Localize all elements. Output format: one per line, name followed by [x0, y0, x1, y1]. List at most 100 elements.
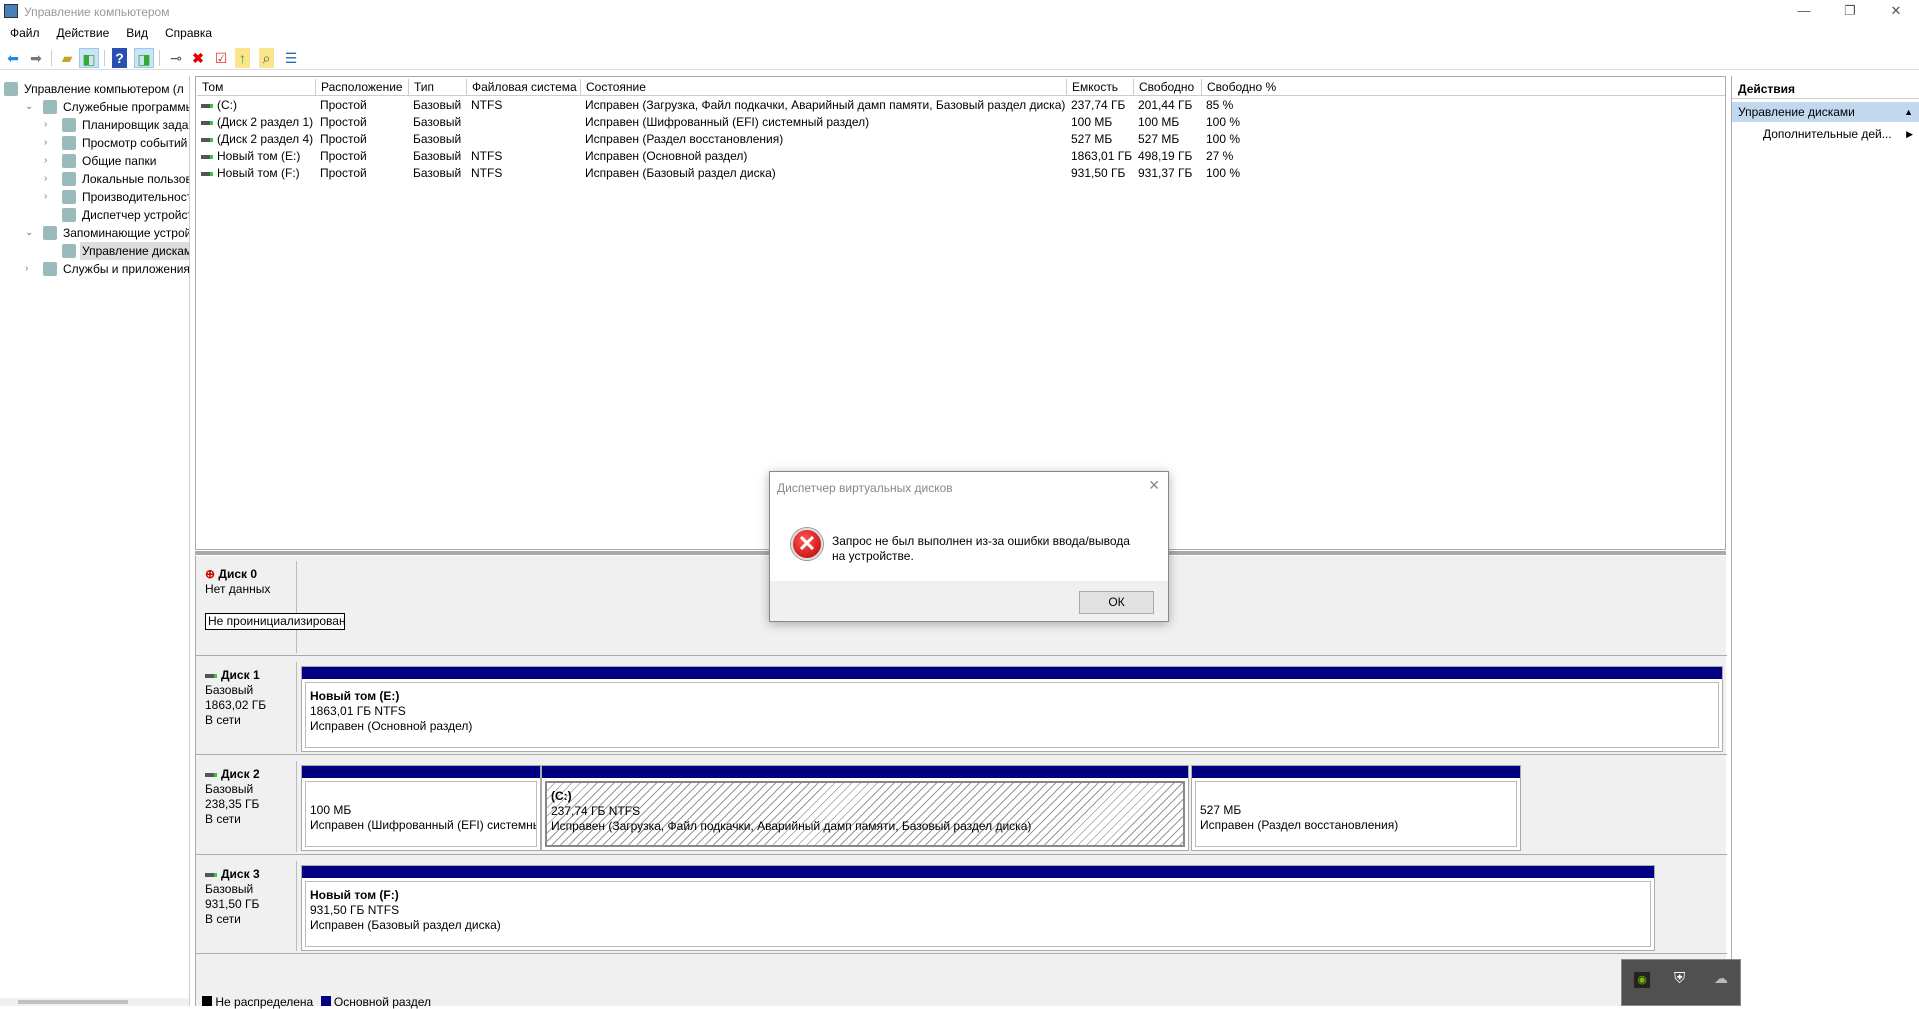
table-cell: 237,74 ГБ: [1071, 98, 1126, 112]
volume-name-cell[interactable]: (C:): [201, 97, 316, 114]
column-header[interactable]: Состояние: [581, 79, 1067, 96]
dialog-message: Запрос не был выполнен из-за ошибки ввод…: [832, 534, 1130, 563]
disk-label[interactable]: Диск 2 Базовый 238,35 ГБ В сети: [197, 761, 297, 852]
nvidia-icon[interactable]: ◉: [1634, 972, 1650, 988]
table-cell: Исправен (Основной раздел): [585, 149, 748, 163]
help-icon[interactable]: ?: [112, 48, 127, 68]
column-header[interactable]: Расположение: [316, 79, 409, 96]
table-cell: 100 МБ: [1071, 115, 1113, 129]
table-cell: Исправен (Загрузка, Файл подкачки, Авари…: [585, 98, 1066, 112]
up-folder-icon[interactable]: ▰: [57, 48, 77, 68]
table-cell: 100 %: [1206, 166, 1241, 180]
column-header[interactable]: Свободно: [1134, 79, 1202, 96]
submenu-arrow-icon: ▶: [1906, 129, 1913, 139]
volume-icon: [201, 154, 213, 159]
menu-view[interactable]: Вид: [116, 24, 155, 40]
table-cell: Базовый: [413, 132, 462, 146]
menu-action[interactable]: Действие: [47, 24, 117, 40]
volume-icon: [201, 103, 213, 108]
partition-f[interactable]: Новый том (F:) 931,50 ГБ NTFS Исправен (Ба…: [301, 865, 1655, 951]
show-hide-action-pane-icon[interactable]: ◨: [134, 48, 154, 68]
partition-efi[interactable]: 100 МБ Исправен (Шифрованный (EFI) систем…: [301, 765, 541, 851]
column-header[interactable]: Емкость: [1067, 79, 1134, 96]
export-icon[interactable]: ↑: [235, 48, 250, 68]
disk-icon: [205, 872, 217, 877]
tree-item-label: Службы и приложения: [63, 262, 190, 276]
actions-more[interactable]: Дополнительные дей... ▶: [1732, 124, 1919, 144]
disk-row: Диск 1 Базовый 1863,02 ГБ В сети Новый том …: [196, 660, 1727, 755]
forward-icon[interactable]: ➡: [26, 48, 46, 68]
window-title: Управление компьютером: [24, 5, 170, 19]
expand-chevron-icon[interactable]: ›: [44, 152, 54, 170]
column-header[interactable]: Файловая система: [467, 79, 581, 96]
expand-chevron-icon[interactable]: ⌄: [25, 98, 35, 116]
legend-swatch-primary: [320, 996, 331, 1006]
disk-label[interactable]: Диск 3 Базовый 931,50 ГБ В сети: [197, 861, 297, 951]
table-cell: 931,50 ГБ: [1071, 166, 1126, 180]
tree-hscrollbar[interactable]: [0, 998, 189, 1006]
disk-row: Диск 3 Базовый 931,50 ГБ В сети Новый том (…: [196, 859, 1727, 954]
tree-item-label: Просмотр событий: [82, 136, 188, 150]
expand-chevron-icon[interactable]: ›: [44, 170, 54, 188]
actions-pane: Действия Управление дисками ▲ Дополнитель…: [1731, 76, 1919, 1006]
legend-label: Не распределена: [215, 995, 314, 1009]
expand-chevron-icon[interactable]: ›: [44, 116, 54, 134]
volume-name-cell[interactable]: Новый том (F:): [201, 165, 316, 182]
volume-name-cell[interactable]: Новый том (E:): [201, 148, 316, 165]
expand-chevron-icon[interactable]: ⌄: [25, 224, 35, 242]
disk-error-icon: ⊕: [205, 567, 216, 581]
windows-security-warning-icon[interactable]: ⛨: [1674, 970, 1685, 987]
properties-icon[interactable]: ☑: [211, 48, 231, 68]
delete-icon[interactable]: ✖: [188, 48, 208, 68]
table-cell: 931,37 ГБ: [1138, 166, 1193, 180]
table-cell: Исправен (Шифрованный (EFI) системный ра…: [585, 115, 870, 129]
back-icon[interactable]: ⬅: [3, 48, 23, 68]
onedrive-offline-icon[interactable]: ☁: [1714, 970, 1728, 987]
expand-chevron-icon[interactable]: ›: [25, 260, 35, 278]
partition-recovery[interactable]: 527 МБ Исправен (Раздел восстановления): [1191, 765, 1521, 851]
column-header[interactable]: Том: [197, 79, 316, 96]
dialog-close-button[interactable]: ✕: [1148, 477, 1160, 494]
table-cell: 100 %: [1206, 115, 1241, 129]
column-header[interactable]: Свободно %: [1202, 79, 1725, 96]
volume-name-cell[interactable]: (Диск 2 раздел 4): [201, 131, 316, 148]
partition-e[interactable]: Новый том (E:) 1863,01 ГБ NTFS Исправен (О…: [301, 666, 1723, 752]
tree-item-label: Локальные пользовате: [82, 172, 189, 186]
tree-item-label: Общие папки: [82, 154, 157, 168]
ok-button[interactable]: ОК: [1079, 591, 1154, 614]
table-cell: Базовый: [413, 98, 462, 112]
show-hide-tree-icon[interactable]: ◧: [79, 48, 99, 68]
menu-file[interactable]: Файл: [0, 24, 47, 40]
disk-info: Нет данных: [205, 582, 271, 596]
restore-button[interactable]: ❐: [1827, 0, 1873, 24]
connect-icon[interactable]: ⊸: [166, 48, 186, 68]
table-cell: 1863,01 ГБ: [1071, 149, 1133, 163]
volume-icon: [201, 120, 213, 125]
menu-help[interactable]: Справка: [155, 24, 219, 40]
volume-name-cell[interactable]: (Диск 2 раздел 1): [201, 114, 316, 131]
expand-chevron-icon[interactable]: ›: [44, 134, 54, 152]
minimize-button[interactable]: —: [1781, 0, 1827, 24]
expand-chevron-icon[interactable]: ›: [44, 188, 54, 206]
tree-item-label: Запоминающие устройст: [63, 226, 190, 240]
performance-icon: [62, 190, 76, 204]
tree-item-label: Управление компьютером (л: [24, 82, 184, 96]
close-button[interactable]: ✕: [1873, 0, 1919, 24]
partition-c[interactable]: (C:) 237,74 ГБ NTFS Исправен (Загрузка, Фа…: [541, 765, 1189, 851]
disk-name: Диск 0: [218, 567, 258, 581]
console-tree: Управление компьютером (л ⌄ Служебные прог…: [0, 76, 190, 1006]
tree-item-label: Служебные программы: [63, 100, 190, 114]
services-icon: [43, 262, 57, 276]
disk-icon: [205, 772, 217, 777]
column-header[interactable]: Тип: [409, 79, 467, 96]
tree-item-label: Управление дисками: [80, 242, 189, 260]
actions-section-disk-management[interactable]: Управление дисками ▲: [1732, 102, 1919, 122]
disk-label[interactable]: Диск 1 Базовый 1863,02 ГБ В сети: [197, 662, 297, 752]
clock-icon: [62, 118, 76, 132]
disk-label[interactable]: ⊕ Диск 0 Нет данных Не проинициализирова…: [197, 561, 345, 653]
table-cell: NTFS: [471, 166, 503, 180]
table-cell: Простой: [320, 132, 367, 146]
table-cell: 100 МБ: [1138, 115, 1180, 129]
search-icon[interactable]: ⌕: [259, 48, 274, 68]
checklist-icon[interactable]: ☰: [281, 48, 301, 68]
